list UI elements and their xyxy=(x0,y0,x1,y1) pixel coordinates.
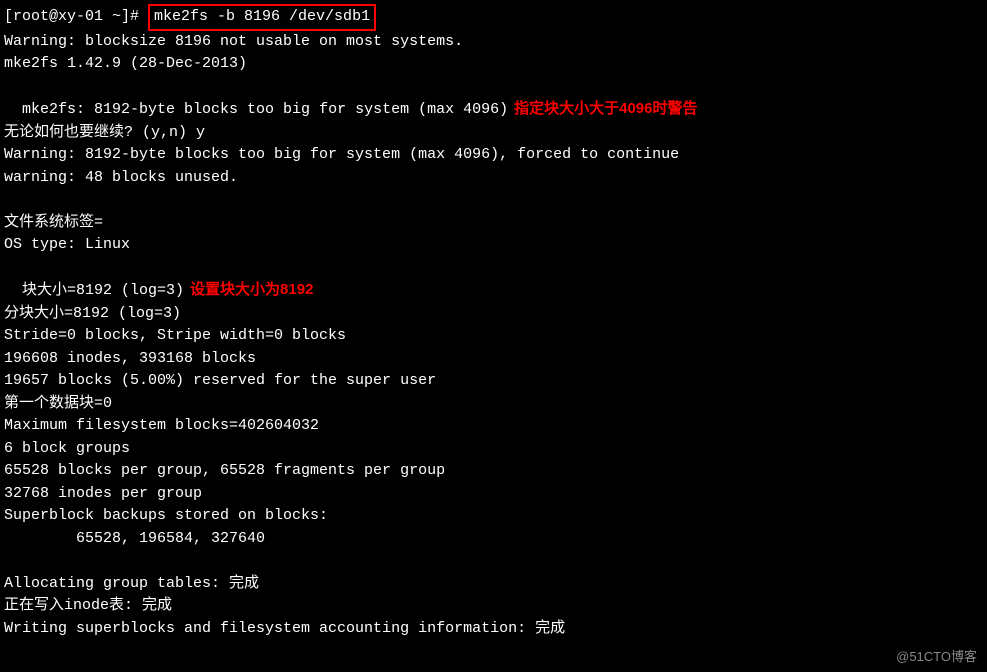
annotation-blocksize: 设置块大小为8192 xyxy=(190,281,313,298)
annotation-warning: 指定块大小大于4096时警告 xyxy=(514,100,697,117)
output-line: warning: 48 blocks unused. xyxy=(4,167,983,190)
prompt-line: [root@xy-01 ~]# mke2fs -b 8196 /dev/sdb1 xyxy=(4,4,983,31)
output-line: OS type: Linux xyxy=(4,234,983,257)
output-line-with-annotation: 块大小=8192 (log=3) 设置块大小为8192 xyxy=(4,257,983,303)
output-line: Writing superblocks and filesystem accou… xyxy=(4,618,983,641)
output-line: Warning: 8192-byte blocks too big for sy… xyxy=(4,144,983,167)
output-line-with-annotation: mke2fs: 8192-byte blocks too big for sys… xyxy=(4,76,983,122)
blank-line xyxy=(4,550,983,573)
prompt-prefix: [root@xy-01 ~]# xyxy=(4,6,148,29)
output-line: 正在写入inode表: 完成 xyxy=(4,595,983,618)
output-text: 块大小=8192 (log=3) xyxy=(22,282,184,299)
command-highlighted: mke2fs -b 8196 /dev/sdb1 xyxy=(148,4,376,31)
output-line: 无论如何也要继续? (y,n) y xyxy=(4,122,983,145)
output-line: 6 block groups xyxy=(4,438,983,461)
output-line: Maximum filesystem blocks=402604032 xyxy=(4,415,983,438)
output-line: mke2fs 1.42.9 (28-Dec-2013) xyxy=(4,53,983,76)
output-line: 第一个数据块=0 xyxy=(4,393,983,416)
blank-line xyxy=(4,189,983,212)
output-line: 196608 inodes, 393168 blocks xyxy=(4,348,983,371)
output-line: 32768 inodes per group xyxy=(4,483,983,506)
output-line: 19657 blocks (5.00%) reserved for the su… xyxy=(4,370,983,393)
output-line: Allocating group tables: 完成 xyxy=(4,573,983,596)
output-line: Stride=0 blocks, Stripe width=0 blocks xyxy=(4,325,983,348)
output-line: 分块大小=8192 (log=3) xyxy=(4,303,983,326)
output-line: 65528, 196584, 327640 xyxy=(4,528,983,551)
output-line: 文件系统标签= xyxy=(4,212,983,235)
output-line: 65528 blocks per group, 65528 fragments … xyxy=(4,460,983,483)
watermark: @51CTO博客 xyxy=(896,647,977,667)
output-text: mke2fs: 8192-byte blocks too big for sys… xyxy=(22,101,508,118)
output-line: Warning: blocksize 8196 not usable on mo… xyxy=(4,31,983,54)
output-line: Superblock backups stored on blocks: xyxy=(4,505,983,528)
